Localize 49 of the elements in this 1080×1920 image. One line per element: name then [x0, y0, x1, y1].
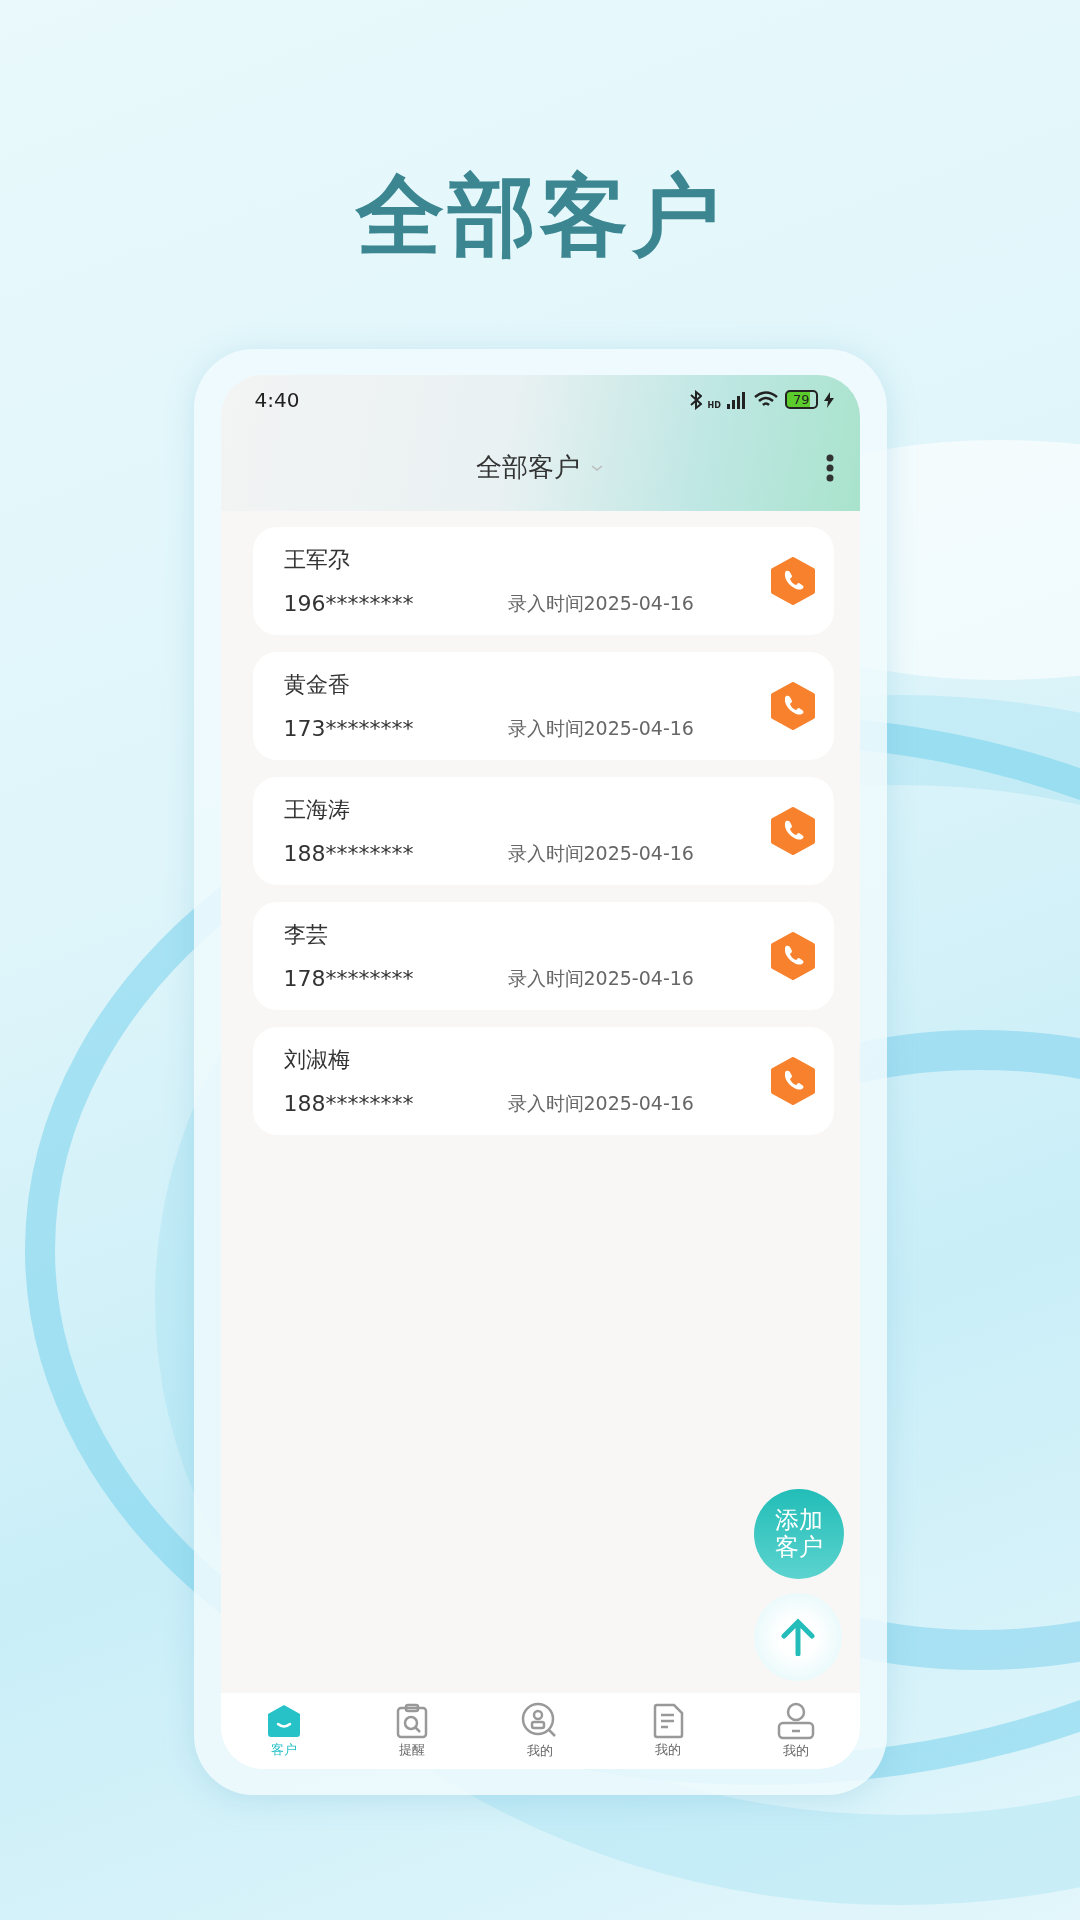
customer-card[interactable]: 王海涛 188******** 录入时间2025-04-16: [252, 776, 834, 885]
customer-name: 黄金香: [283, 670, 351, 699]
document-icon: [651, 1702, 684, 1739]
entry-time: 录入时间2025-04-16: [507, 590, 694, 616]
more-menu-icon[interactable]: [825, 453, 834, 482]
phone-icon[interactable]: [769, 681, 816, 730]
arrow-up-icon: [779, 1617, 816, 1656]
customer-phone: 188********: [283, 1091, 415, 1117]
home-icon: [266, 1702, 303, 1739]
customer-phone: 188********: [283, 841, 415, 867]
clipboard-search-icon: [395, 1702, 430, 1739]
phone-icon[interactable]: [769, 1056, 816, 1105]
bluetooth-icon: [689, 389, 702, 410]
signal-icon: [726, 390, 747, 409]
customer-name: 王海涛: [283, 795, 351, 824]
person-icon: [776, 1701, 815, 1740]
nav-label: 提醒: [399, 1740, 426, 1759]
entry-time: 录入时间2025-04-16: [507, 840, 694, 866]
nav-label: 客户: [271, 1740, 298, 1759]
nav-label: 我的: [527, 1741, 553, 1760]
customer-phone: 173********: [283, 716, 415, 742]
nav-tab[interactable]: 我的: [731, 1692, 860, 1769]
nav-tab[interactable]: 我的: [476, 1692, 604, 1769]
phone-icon[interactable]: [769, 931, 816, 980]
status-time: 4:40: [254, 387, 300, 412]
customer-phone: 196********: [283, 591, 415, 617]
page-headline: 全部客户: [356, 168, 724, 265]
customer-phone: 178********: [283, 966, 415, 992]
charging-icon: [823, 391, 834, 408]
customer-card[interactable]: 黄金香 173******** 录入时间2025-04-16: [252, 651, 834, 760]
customer-name: 王军尕: [283, 545, 351, 574]
customer-name: 李芸: [283, 920, 329, 949]
nav-label: 我的: [782, 1741, 809, 1760]
battery-indicator: 79: [784, 390, 818, 410]
entry-time: 录入时间2025-04-16: [507, 1090, 694, 1116]
phone-icon[interactable]: [769, 556, 816, 605]
customer-card[interactable]: 刘淑梅 188******** 录入时间2025-04-16: [252, 1026, 834, 1135]
nav-label: 我的: [654, 1740, 681, 1759]
nav-tab[interactable]: 我的: [603, 1692, 732, 1769]
entry-time: 录入时间2025-04-16: [507, 715, 694, 741]
header-title[interactable]: 全部客户: [476, 450, 580, 486]
customer-name: 刘淑梅: [283, 1045, 351, 1074]
customer-card[interactable]: 李芸 178******** 录入时间2025-04-16: [252, 901, 834, 1010]
phone-icon[interactable]: [769, 806, 816, 855]
entry-time: 录入时间2025-04-16: [507, 965, 694, 991]
chevron-down-icon[interactable]: [590, 462, 604, 473]
customer-card[interactable]: 王军尕 196******** 录入时间2025-04-16: [252, 526, 834, 635]
network-label: HD: [707, 401, 721, 411]
nav-tab[interactable]: 提醒: [348, 1692, 477, 1769]
